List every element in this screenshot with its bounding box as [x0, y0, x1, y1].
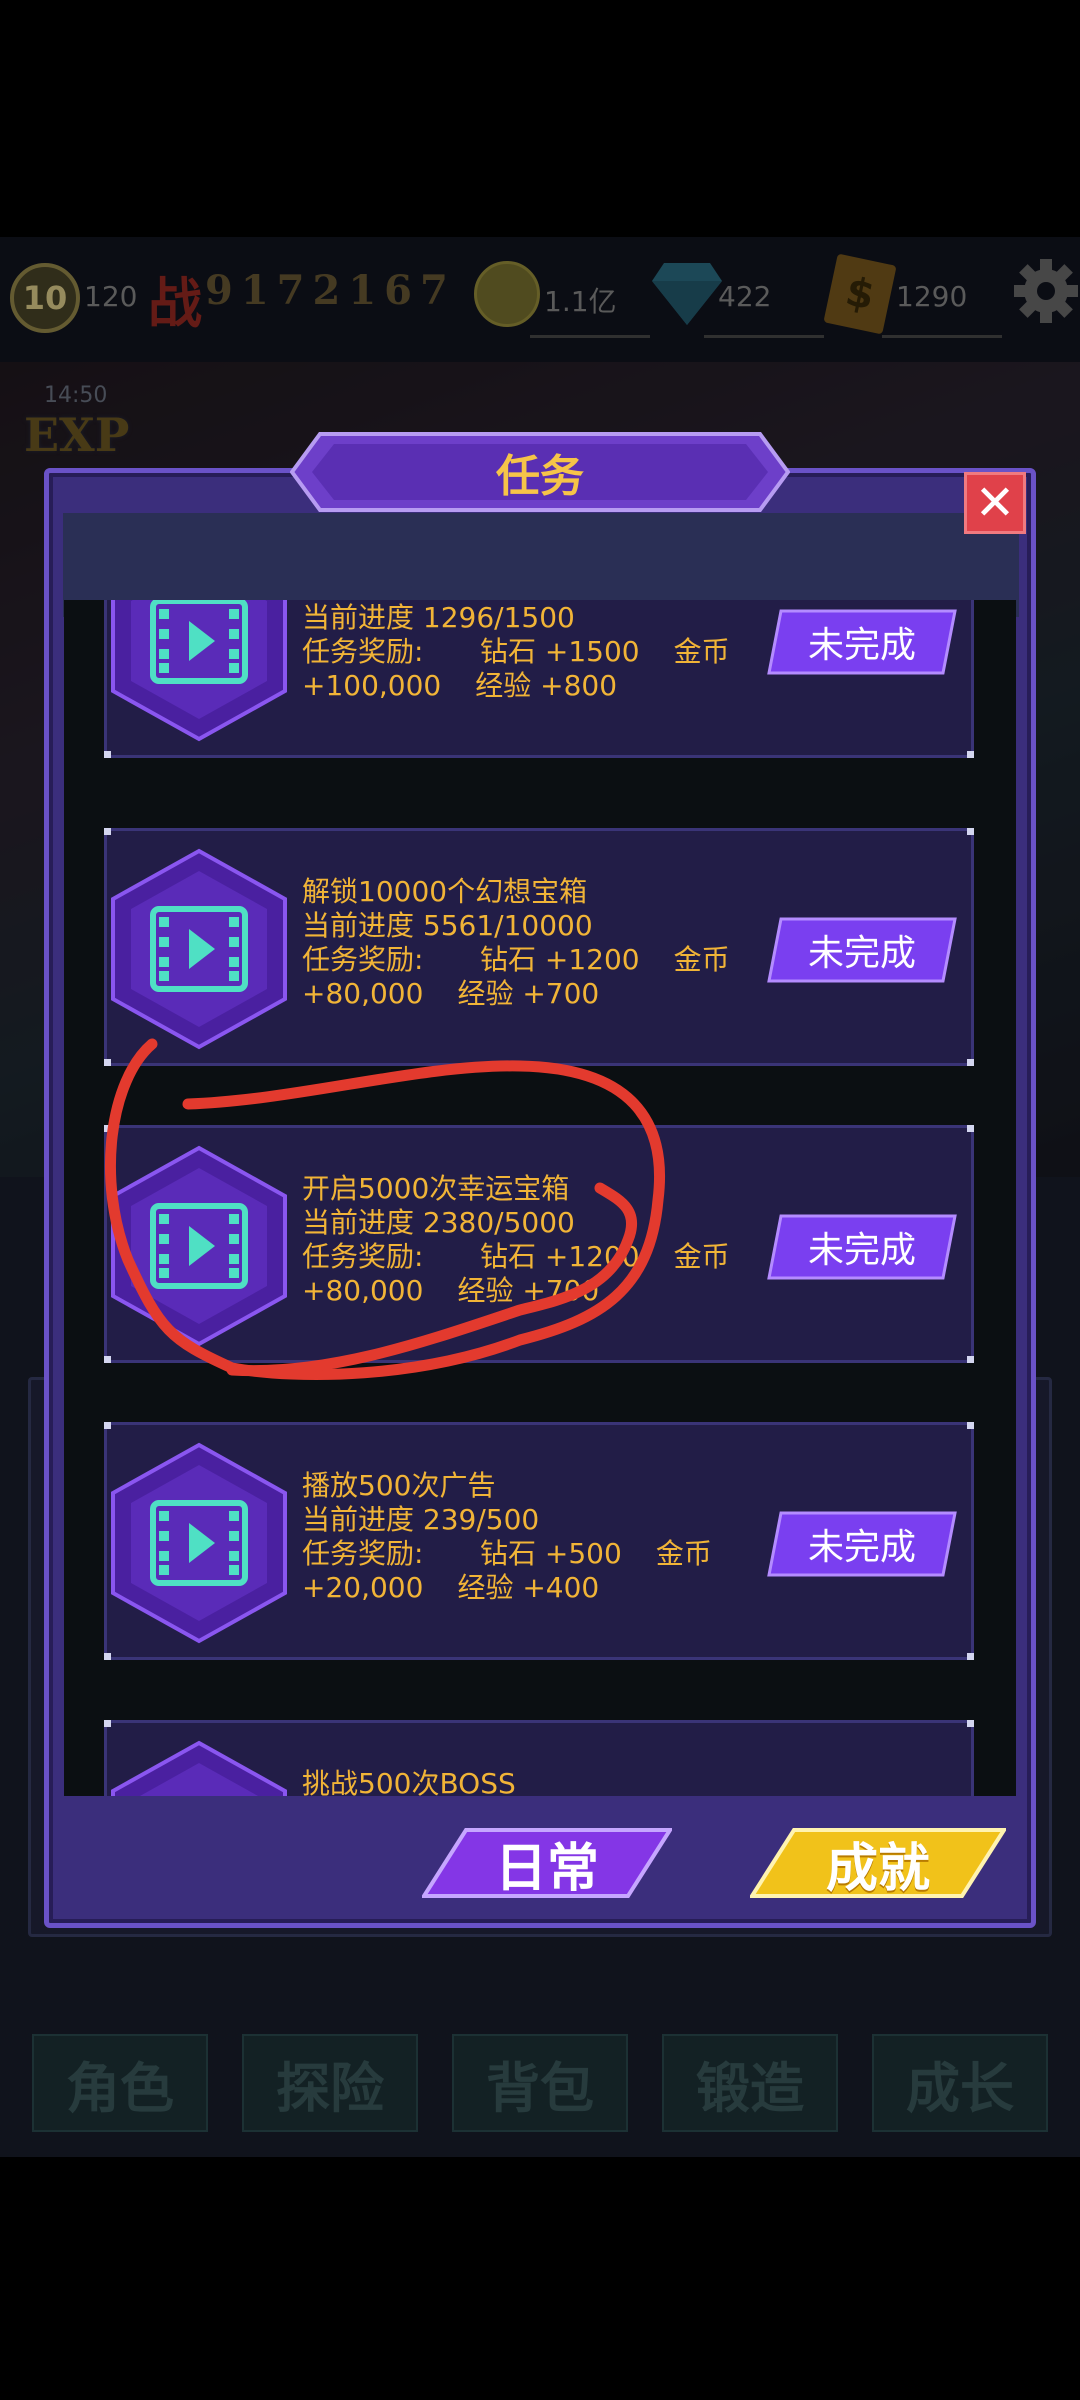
video-reward-icon — [111, 1442, 287, 1644]
card-corner — [967, 1422, 974, 1429]
card-corner — [967, 751, 974, 758]
dialog-title: 任务 — [496, 451, 584, 502]
task-progress: 当前进度 239/500 — [302, 1503, 540, 1536]
task-card: 开启5000次幸运宝箱 当前进度 2380/5000 任务奖励: 钻石 +1200 金币… — [104, 1125, 974, 1363]
reward-gold-label: 金币 — [673, 1240, 730, 1273]
reward-label: 任务奖励: — [302, 635, 424, 668]
task-title: 解锁10000个幻想宝箱 — [302, 875, 588, 908]
reward-diamond: 钻石 +1200 — [480, 1240, 640, 1273]
task-reward-row: 任务奖励: 钻石 +500 金币 — [302, 1537, 712, 1571]
task-text: 挑战500次BOSS — [302, 1767, 516, 1800]
task-reward-row: 任务奖励: 钻石 +1500 金币 — [302, 635, 730, 669]
task-reward-row: 任务奖励: 钻石 +1200 金币 — [302, 1240, 730, 1274]
task-status-label: 未完成 — [807, 933, 916, 974]
tab-daily-label: 日常 — [494, 1838, 599, 1899]
task-reward-row: 任务奖励: 钻石 +1200 金币 — [302, 943, 730, 977]
card-corner — [104, 1356, 111, 1363]
task-text: 播放500次广告 当前进度 239/500 任务奖励: 钻石 +500 金币 +20,00… — [302, 1469, 712, 1605]
reward-exp: 经验 +700 — [457, 977, 600, 1010]
task-status-button[interactable]: 未完成 — [767, 917, 957, 983]
tab-achievement[interactable]: 成就 — [748, 1828, 1008, 1899]
task-card: 解锁10000个幻想宝箱 当前进度 5561/10000 任务奖励: 钻石 +1200… — [104, 828, 974, 1066]
card-corner — [967, 1720, 974, 1727]
reward-exp: 经验 +400 — [457, 1571, 600, 1604]
video-reward-icon — [111, 1145, 287, 1347]
reward-diamond: 钻石 +1200 — [480, 943, 640, 976]
card-corner — [967, 1125, 974, 1132]
card-corner — [104, 1125, 111, 1132]
task-title: 挑战500次BOSS — [302, 1767, 516, 1800]
task-reward-row-2: +20,000 经验 +400 — [302, 1571, 712, 1605]
task-progress: 当前进度 5561/10000 — [302, 909, 593, 942]
card-corner — [104, 1720, 111, 1727]
task-reward-row-2: +80,000 经验 +700 — [302, 1274, 730, 1308]
close-button[interactable]: ✕ — [964, 472, 1026, 534]
card-corner — [104, 1059, 111, 1066]
task-status-button[interactable]: 未完成 — [767, 1511, 957, 1577]
task-title: 开启5000次幸运宝箱 — [302, 1172, 570, 1205]
dialog-title-plate: 任务 — [290, 430, 790, 514]
card-corner — [967, 1356, 974, 1363]
reward-gold-label: 金币 — [673, 943, 730, 976]
task-progress: 当前进度 2380/5000 — [302, 1206, 575, 1239]
card-corner — [104, 828, 111, 835]
task-status-button[interactable]: 未完成 — [767, 1214, 957, 1280]
reward-label: 任务奖励: — [302, 1537, 424, 1570]
task-card: 播放500次广告 当前进度 239/500 任务奖励: 钻石 +500 金币 +20,00… — [104, 1422, 974, 1660]
card-corner — [967, 1653, 974, 1660]
reward-label: 任务奖励: — [302, 1240, 424, 1273]
tab-achievement-label: 成就 — [825, 1838, 930, 1899]
task-progress: 当前进度 1296/1500 — [302, 601, 575, 634]
reward-gold: +80,000 — [302, 977, 424, 1010]
video-reward-icon — [111, 848, 287, 1050]
task-status-label: 未完成 — [807, 1527, 916, 1568]
reward-gold: +100,000 — [302, 669, 442, 702]
reward-gold-label: 金币 — [673, 635, 730, 668]
reward-label: 任务奖励: — [302, 943, 424, 976]
task-reward-row-2: +80,000 经验 +700 — [302, 977, 730, 1011]
card-corner — [104, 1653, 111, 1660]
task-text: 开启5000次幸运宝箱 当前进度 2380/5000 任务奖励: 钻石 +1200 金币… — [302, 1172, 730, 1308]
task-text: 解锁10000个幻想宝箱 当前进度 5561/10000 任务奖励: 钻石 +1200… — [302, 875, 730, 1011]
card-corner — [967, 1059, 974, 1066]
task-reward-row-2: +100,000 经验 +800 — [302, 669, 730, 703]
task-title: 播放500次广告 — [302, 1469, 496, 1502]
card-corner — [104, 1422, 111, 1429]
task-status-label: 未完成 — [807, 625, 916, 666]
reward-gold: +20,000 — [302, 1571, 424, 1604]
reward-diamond: 钻石 +500 — [480, 1537, 622, 1570]
reward-exp: 经验 +700 — [457, 1274, 600, 1307]
task-status-button[interactable]: 未完成 — [767, 609, 957, 675]
reward-diamond: 钻石 +1500 — [480, 635, 640, 668]
task-status-label: 未完成 — [807, 1230, 916, 1271]
reward-gold: +80,000 — [302, 1274, 424, 1307]
card-corner — [104, 751, 111, 758]
card-corner — [967, 828, 974, 835]
close-icon: ✕ — [974, 475, 1016, 531]
tab-daily[interactable]: 日常 — [420, 1828, 674, 1899]
reward-exp: 经验 +800 — [475, 669, 618, 702]
reward-gold-label: 金币 — [655, 1537, 712, 1570]
